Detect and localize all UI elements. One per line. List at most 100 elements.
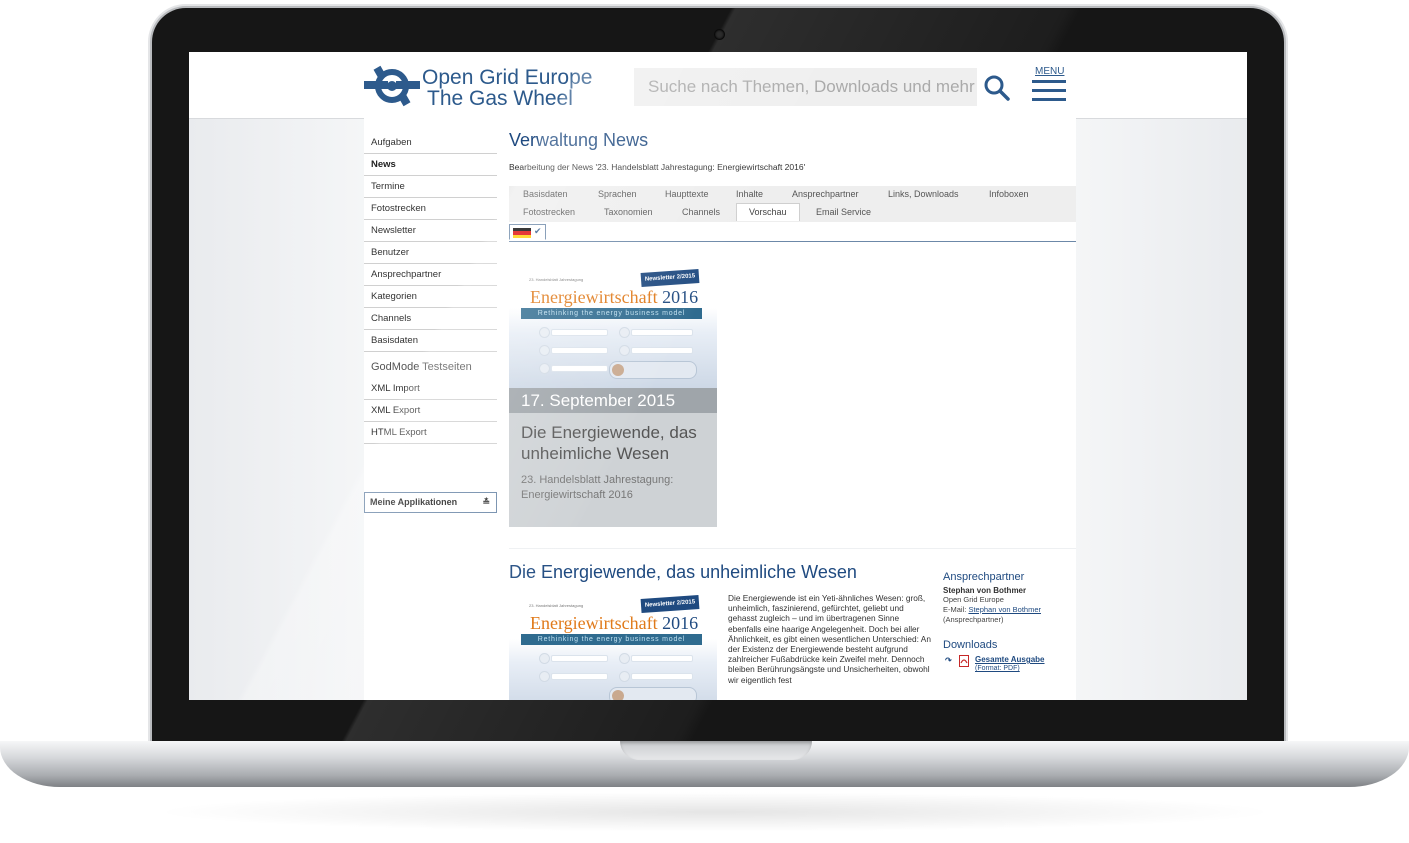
- tab-bar: Basisdaten Sprachen Haupttexte Inhalte A…: [509, 186, 1076, 222]
- article-title: Die Energiewende, das unheimliche Wesen: [509, 562, 857, 582]
- sidebar-item[interactable]: Kategorien: [364, 286, 497, 308]
- tab-infoboxen[interactable]: Infoboxen: [989, 189, 1029, 199]
- apps-select[interactable]: Meine Applikationen ≛: [364, 492, 497, 513]
- downloads-heading: Downloads: [943, 639, 998, 651]
- thumbnail-title: Energiewirtschaft 2016: [530, 287, 698, 308]
- pdf-icon: [959, 655, 969, 667]
- newsletter-thumbnail: 23. Handelsblatt Jahrestagung Newsletter…: [509, 265, 717, 388]
- check-icon: ✔: [534, 226, 542, 236]
- thumbnail-speaker: [609, 361, 697, 379]
- download-arrow-icon: ↷: [945, 656, 952, 665]
- screen: Open Grid Europe The Gas Wheel Suche nac…: [189, 52, 1247, 700]
- thumbnail-dot: [619, 327, 630, 338]
- sidebar-item[interactable]: Newsletter: [364, 220, 497, 242]
- contact-role: (Ansprechpartner): [943, 615, 1004, 624]
- language-tab-de[interactable]: ✔: [509, 224, 546, 240]
- thumbnail-row: [551, 365, 608, 372]
- card-subline: 23. Handelsblatt Jahrestagung: Energiewi…: [521, 474, 674, 501]
- card-date: 17. September 2015: [509, 388, 717, 413]
- newsletter-badge: Newsletter 2/2015: [640, 268, 700, 288]
- thumbnail-title-year: 2016: [662, 287, 699, 307]
- sidebar-item[interactable]: Channels: [364, 308, 497, 330]
- thumbnail-dot: [539, 653, 550, 664]
- thumbnail-dot: [619, 671, 630, 682]
- thumbnail-dot: [539, 671, 550, 682]
- article-thumbnail: 23. Handelsblatt Jahrestagung Newsletter…: [509, 591, 717, 700]
- search-input[interactable]: Suche nach Themen, Downloads und mehr: [634, 68, 977, 106]
- article-preview: Die Energiewende, das unheimliche Wesen …: [509, 548, 1076, 700]
- tab-taxonomien[interactable]: Taxonomien: [604, 207, 653, 217]
- content-area: Aufgaben News Termine Fotostrecken Newsl…: [364, 118, 1076, 700]
- thumbnail-row: [551, 347, 608, 354]
- sidebar-item[interactable]: Termine: [364, 176, 497, 198]
- thumbnail-dot: [539, 363, 550, 374]
- sidebar-item[interactable]: Ansprechpartner: [364, 264, 497, 286]
- page-title: Verwaltung News: [509, 130, 649, 150]
- newsletter-badge: Newsletter 2/2015: [640, 594, 700, 614]
- search-icon[interactable]: [983, 74, 1011, 102]
- sidebar-item[interactable]: Aufgaben: [364, 132, 497, 154]
- download-item[interactable]: ↷ Gesamte Ausgabe (Format: PDF): [943, 654, 1078, 676]
- sidebar-item[interactable]: HTML Export: [364, 422, 497, 444]
- news-preview-card[interactable]: 23. Handelsblatt Jahrestagung Newsletter…: [509, 265, 717, 527]
- laptop-shadow: [150, 792, 1280, 832]
- contact-email-link[interactable]: Stephan von Bothmer: [968, 605, 1041, 614]
- chevron-down-icon: ≛: [482, 497, 490, 507]
- sidebar-item[interactable]: Basisdaten: [364, 330, 497, 352]
- thumbnail-title-word: Energiewirtschaft: [530, 287, 658, 307]
- sidebar-item[interactable]: News: [364, 154, 497, 176]
- tab-email-service[interactable]: Email Service: [816, 207, 871, 217]
- tab-vorschau[interactable]: Vorschau: [736, 203, 800, 221]
- thumbnail-speaker: [609, 687, 697, 700]
- tab-ansprechpartner[interactable]: Ansprechpartner: [792, 189, 859, 199]
- thumbnail-dot: [619, 345, 630, 356]
- tab-channels[interactable]: Channels: [682, 207, 720, 217]
- thumbnail-dot: [619, 653, 630, 664]
- contact-heading: Ansprechpartner: [943, 571, 1025, 583]
- sidebar-item[interactable]: XML Import: [364, 378, 497, 400]
- page-subtitle: Bearbeitung der News '23. Handelsblatt J…: [509, 162, 806, 172]
- hamburger-menu-icon[interactable]: [1032, 80, 1066, 102]
- thumbnail-row: [631, 347, 693, 354]
- thumbnail-row: [631, 673, 693, 680]
- thumbnail-dot: [539, 327, 550, 338]
- article-aside: Ansprechpartner Stephan von Bothmer Open…: [943, 571, 1078, 676]
- thumbnail-row: [631, 655, 693, 662]
- thumbnail-dot: [539, 345, 550, 356]
- card-headline: Die Energiewende, das unheimliche Wesen: [521, 423, 697, 463]
- logo-subtitle[interactable]: The Gas Wheel: [427, 87, 573, 111]
- thumbnail-strip: Rethinking the energy business model: [521, 308, 702, 319]
- sidebar-item[interactable]: XML Export: [364, 400, 497, 422]
- gas-wheel-logo-icon[interactable]: [364, 65, 420, 107]
- tab-fotostrecken[interactable]: Fotostrecken: [523, 207, 575, 217]
- apps-select-label: Meine Applikationen: [370, 497, 458, 507]
- download-format: (Format: PDF): [975, 665, 1020, 672]
- download-link[interactable]: Gesamte Ausgabe: [975, 655, 1045, 664]
- site-header: Open Grid Europe The Gas Wheel Suche nac…: [189, 52, 1247, 119]
- email-prefix: E-Mail:: [943, 605, 967, 614]
- contact-name: Stephan von Bothmer: [943, 586, 1027, 595]
- sidebar-item[interactable]: Benutzer: [364, 242, 497, 264]
- tab-inhalte[interactable]: Inhalte: [736, 189, 763, 199]
- tab-haupttexte[interactable]: Haupttexte: [665, 189, 709, 199]
- thumbnail-title-year: 2016: [662, 613, 699, 633]
- tab-basisdaten[interactable]: Basisdaten: [523, 189, 568, 199]
- thumbnail-title-word: Energiewirtschaft: [530, 613, 658, 633]
- thumbnail-row: [551, 329, 608, 336]
- article-body: Die Energiewende ist ein Yeti-ähnliches …: [728, 593, 931, 685]
- thumbnail-row: [551, 655, 608, 662]
- thumbnail-row: [551, 673, 608, 680]
- thumbnail-row: [631, 329, 693, 336]
- sidebar-item[interactable]: Fotostrecken: [364, 198, 497, 220]
- thumbnail-strip: Rethinking the energy business model: [521, 634, 702, 645]
- camera: [715, 30, 724, 39]
- tab-sprachen[interactable]: Sprachen: [598, 189, 637, 199]
- menu-label[interactable]: MENU: [1035, 66, 1064, 77]
- thumbnail-caption: 23. Handelsblatt Jahrestagung: [529, 277, 584, 282]
- thumbnail-caption: 23. Handelsblatt Jahrestagung: [529, 603, 584, 608]
- admin-sidebar: Aufgaben News Termine Fotostrecken Newsl…: [364, 132, 497, 444]
- tab-links-downloads[interactable]: Links, Downloads: [888, 189, 959, 199]
- thumbnail-title: Energiewirtschaft 2016: [530, 613, 698, 634]
- contact-email: E-Mail: Stephan von Bothmer: [943, 605, 1078, 615]
- german-flag-icon: [513, 228, 531, 238]
